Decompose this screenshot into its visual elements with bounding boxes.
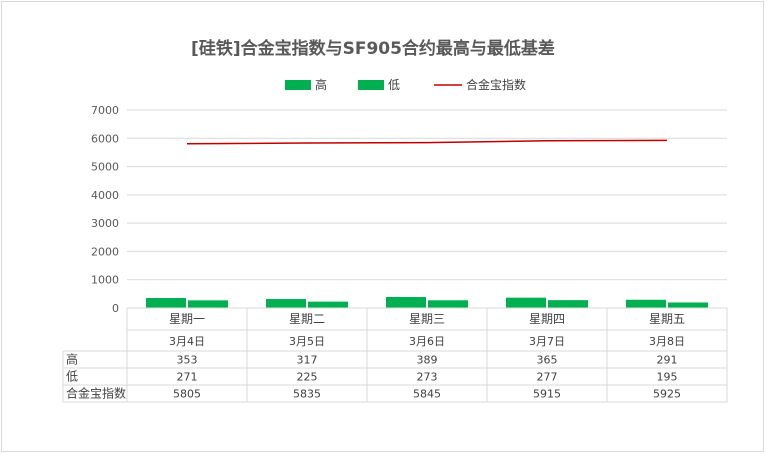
legend-swatch-低 [358,80,384,90]
legend-swatch-高 [285,80,311,90]
date-label: 3月6日 [409,335,445,348]
gridlines [127,109,727,309]
table-cell: 317 [297,354,318,367]
bar-低 [428,300,468,308]
category-label: 星期三 [409,312,445,326]
y-tick-label: 3000 [91,217,119,230]
category-label: 星期四 [529,312,565,326]
bar-高 [506,297,546,308]
bar-高 [626,299,666,308]
y-tick-label: 6000 [91,132,119,145]
table-row-label: 低 [66,370,78,384]
bar-低 [308,301,348,308]
table-cell: 273 [417,371,438,384]
table-cell: 195 [657,371,678,384]
date-label: 3月5日 [289,335,325,348]
bar-高 [386,296,426,308]
bar-低 [548,300,588,308]
table-row-label: 高 [66,352,78,367]
y-tick-label: 7000 [91,104,119,117]
date-label: 3月7日 [529,335,565,348]
bar-高 [146,298,186,308]
y-tick-label: 2000 [91,245,119,258]
table-cell: 277 [537,371,558,384]
bar-低 [188,300,228,308]
y-tick-label: 1000 [91,274,119,287]
y-axis: 0 1000 2000 3000 4000 5000 6000 7000 [91,104,119,315]
chart-title: [硅铁]合金宝指数与SF905合约最高与最低基差 [191,38,555,59]
chart-frame: [硅铁]合金宝指数与SF905合约最高与最低基差 高低合金宝指数 0 1000 20… [1,1,764,452]
table-cell: 271 [177,371,198,384]
y-tick-label: 5000 [91,161,119,174]
table-cell: 5835 [293,388,321,401]
legend-label-低: 低 [388,78,400,92]
legend: 高 低 合金宝指数 [285,77,526,92]
table-cell: 353 [177,354,198,367]
y-tick-label: 4000 [91,189,119,202]
table-cell: 365 [537,354,558,367]
data-table: 星期一 3月4日 星期二 3月5日 星期三 3月6日 星期四 3月7日 星期五 3月8日高 353 3… [62,307,728,403]
bar-高 [266,299,306,308]
date-label: 3月4日 [169,335,205,348]
y-tick-label: 0 [112,302,119,315]
table-cell: 5915 [533,388,561,401]
table-cell: 5925 [653,388,681,401]
line-series [186,139,668,145]
table-cell: 291 [657,354,678,367]
legend-label-高: 高 [315,77,327,92]
table-cell: 5845 [413,388,441,401]
legend-label-合金宝指数: 合金宝指数 [466,77,526,92]
table-cell: 225 [297,371,318,384]
bar-低 [668,302,708,308]
table-row-label: 合金宝指数 [66,386,126,401]
table-cell: 389 [417,354,438,367]
date-label: 3月8日 [649,335,685,348]
chart-svg: [硅铁]合金宝指数与SF905合约最高与最低基差 高低合金宝指数 0100020… [62,38,728,403]
category-label: 星期二 [289,312,325,326]
line-合金宝指数 [186,139,668,145]
bars [146,296,708,308]
table-cell: 5805 [173,388,201,401]
category-label: 星期五 [649,312,685,326]
category-label: 星期一 [169,312,205,326]
